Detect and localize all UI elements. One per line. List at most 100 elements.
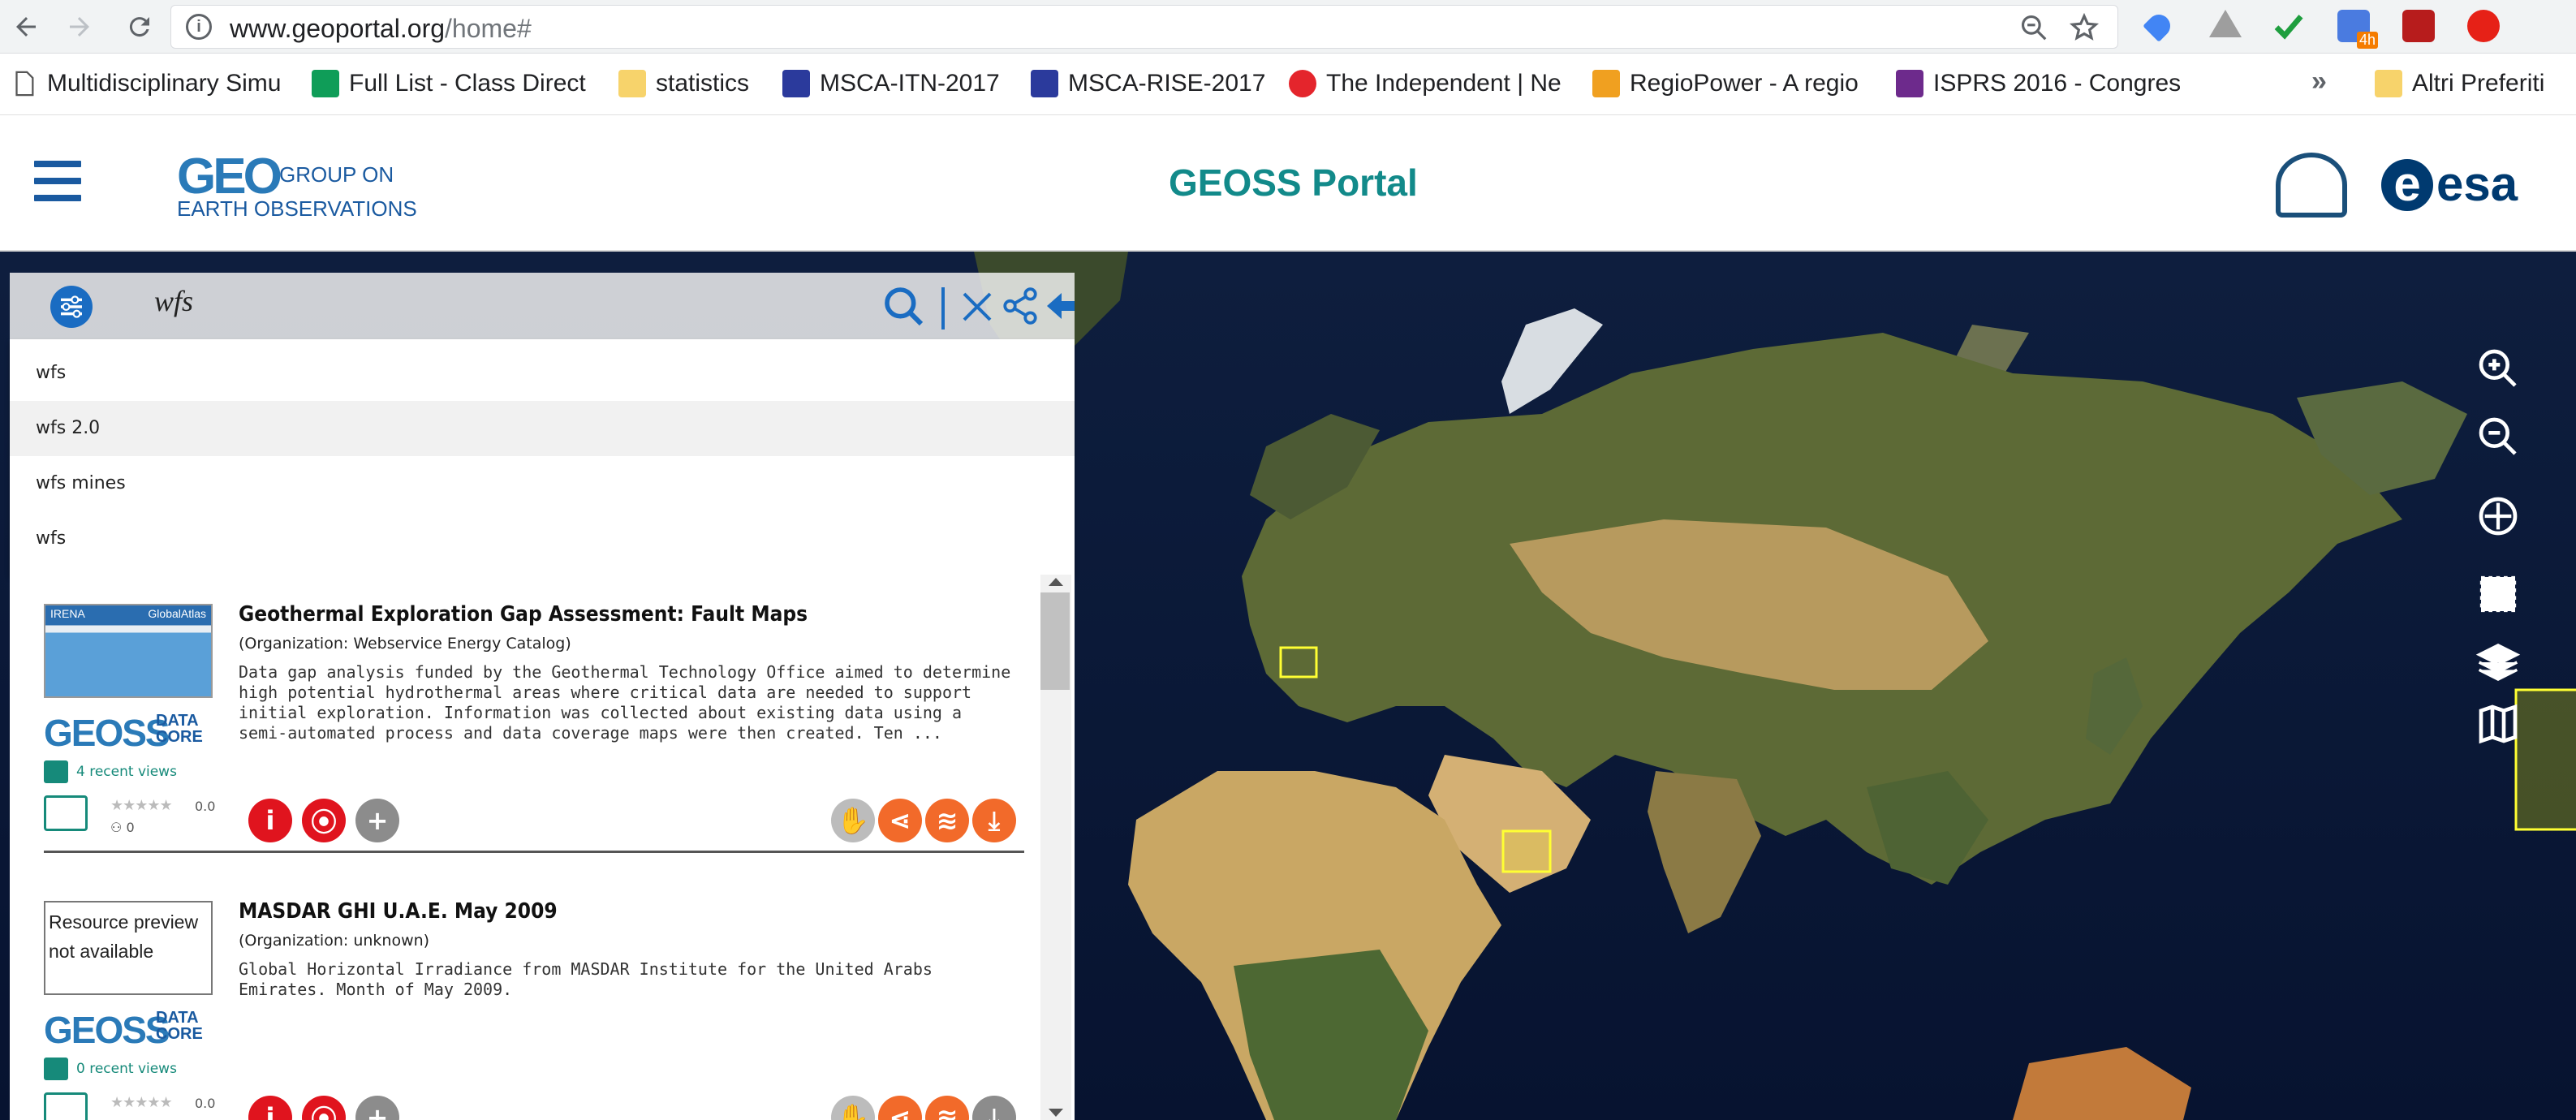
share-icon: ⋖ (889, 1102, 911, 1120)
menu-button[interactable] (34, 161, 83, 208)
scrollbar-thumb[interactable] (1040, 592, 1070, 690)
bookmark-0[interactable]: Multidisciplinary Simu (10, 67, 286, 100)
scroll-up-icon[interactable] (1049, 578, 1063, 586)
suggestion-item[interactable]: wfs mines (10, 456, 1075, 511)
select-area-button[interactable] (2475, 571, 2527, 623)
map-pin-icon: ⦿ (310, 807, 337, 838)
search-input[interactable]: wfs (154, 284, 193, 318)
result-organization: (Organization: unknown) (239, 932, 430, 950)
bookmark-label: Full List - Class Direct (349, 70, 586, 97)
layers-button[interactable] (2475, 640, 2527, 691)
esa-logo[interactable]: e esa (2381, 156, 2518, 212)
collapse-arrow-icon[interactable] (1044, 286, 1076, 326)
zoom-in-button[interactable] (2475, 346, 2527, 398)
info-button[interactable]: i (248, 1096, 292, 1120)
add-button[interactable]: + (355, 799, 399, 842)
suggestion-item[interactable]: wfs 2.0 (10, 401, 1075, 456)
url-text[interactable]: www.geoportal.org/home# (230, 14, 532, 44)
layers-icon (2475, 644, 2521, 681)
locate-button[interactable]: ⦿ (302, 799, 346, 842)
rating-score: 0.0 (195, 799, 216, 814)
info-icon: i (265, 1102, 275, 1120)
bookmark-5[interactable]: The Independent | Ne (1289, 67, 1574, 100)
bookmarks-overflow-button[interactable]: » (2311, 66, 2327, 97)
pan-icon (2479, 497, 2518, 536)
bookmark-6[interactable]: RegioPower - A regio (1592, 67, 1873, 100)
results-scrollbar[interactable] (1040, 575, 1071, 1120)
geo-logo-line1: GROUP ON (279, 162, 394, 187)
add-layer-button[interactable]: ≋ (925, 799, 969, 842)
share-button[interactable]: ⋖ (878, 1096, 922, 1120)
bookmark-label: RegioPower - A regio (1630, 70, 1859, 97)
reload-button[interactable] (120, 7, 159, 46)
layers-icon: ≋ (936, 805, 958, 836)
datacore-line2: CORE (156, 1025, 203, 1043)
result-item[interactable]: IRENA GlobalAtlas GEOSS DATA CORE 4 recen… (10, 575, 1040, 872)
suggestion-item[interactable]: wfs (10, 511, 1075, 566)
cnr-logo[interactable] (2276, 153, 2347, 218)
scroll-down-icon[interactable] (1049, 1109, 1063, 1117)
suggestion-item[interactable]: wfs (10, 346, 1075, 401)
pdf-icon[interactable] (2402, 10, 2435, 42)
review-icon[interactable] (44, 1092, 88, 1120)
bookmark-2[interactable]: statistics (618, 67, 765, 100)
drive-icon[interactable] (2209, 10, 2242, 37)
raters-value: 0 (126, 820, 135, 835)
info-button[interactable]: i (248, 799, 292, 842)
zoom-icon[interactable] (2018, 12, 2049, 43)
result-title[interactable]: MASDAR GHI U.A.E. May 2009 (239, 899, 1018, 924)
share-button[interactable]: ⋖ (878, 799, 922, 842)
download-button[interactable]: ⤓ (972, 799, 1016, 842)
bookmark-label: Multidisciplinary Simu (47, 70, 282, 97)
recent-views-label: 0 recent views (76, 1061, 177, 1077)
result-bbox[interactable] (1501, 829, 1552, 873)
zoom-out-button[interactable] (2475, 414, 2527, 466)
add-layer-button[interactable]: ≋ (925, 1096, 969, 1120)
pan-button[interactable] (2475, 493, 2527, 545)
download-button[interactable]: ⤓ (972, 1096, 1016, 1120)
geo-logo[interactable]: GEO GROUP ON EARTH OBSERVATIONS (174, 148, 417, 221)
map-icon (2479, 704, 2518, 744)
basemap-button[interactable] (2475, 701, 2527, 753)
eu-flag-icon (1031, 70, 1058, 97)
zoom-out-icon (2479, 417, 2517, 455)
filter-button[interactable] (50, 286, 93, 328)
close-icon[interactable] (958, 287, 997, 326)
like-button[interactable]: ✋ (831, 1096, 875, 1120)
extension-cap-icon[interactable] (2143, 10, 2175, 42)
checkmark-icon[interactable] (2272, 10, 2305, 42)
bookmark-7[interactable]: ISPRS 2016 - Congres (1896, 67, 2180, 100)
search-icon[interactable] (881, 284, 927, 330)
result-thumbnail-placeholder[interactable]: Resource preview not available (44, 901, 213, 995)
bookmark-star-icon[interactable] (2069, 12, 2100, 43)
activity-icon (44, 1058, 68, 1080)
sliders-icon (61, 295, 82, 318)
forward-button[interactable] (60, 7, 99, 46)
star-rating-icon[interactable]: ★★★★★ (110, 797, 173, 814)
bookmark-4[interactable]: MSCA-RISE-2017 (1031, 67, 1274, 100)
add-button[interactable]: + (355, 1096, 399, 1120)
adblock-icon[interactable] (2467, 10, 2500, 42)
bookmark-1[interactable]: Full List - Class Direct (312, 67, 592, 100)
app-header: GEO GROUP ON EARTH OBSERVATIONS GEOSS Po… (0, 115, 2576, 252)
result-title[interactable]: Geothermal Exploration Gap Assessment: F… (239, 602, 1018, 627)
locate-button[interactable]: ⦿ (302, 1096, 346, 1120)
thumbs-up-icon: ✋ (837, 1102, 869, 1120)
folder-icon (2375, 70, 2402, 97)
result-item[interactable]: Resource preview not available GEOSS DAT… (10, 872, 1040, 1120)
back-button[interactable] (6, 7, 45, 46)
info-icon[interactable]: i (186, 14, 212, 40)
menu-icon (34, 161, 81, 167)
like-button[interactable]: ✋ (831, 799, 875, 842)
review-icon[interactable] (44, 795, 88, 831)
star-rating-icon[interactable]: ★★★★★ (110, 1094, 173, 1111)
address-bar[interactable]: i www.geoportal.org/home# (170, 5, 2118, 49)
plus-icon: + (366, 1102, 389, 1120)
results-list: IRENA GlobalAtlas GEOSS DATA CORE 4 recen… (10, 575, 1075, 1120)
extension-badge: 4h (2356, 32, 2378, 49)
result-thumbnail[interactable]: IRENA GlobalAtlas (44, 604, 213, 698)
bookmark-3[interactable]: MSCA-ITN-2017 (782, 67, 1010, 100)
calendar-extension-icon[interactable]: 4h (2337, 10, 2378, 49)
share-icon[interactable] (1000, 286, 1040, 326)
other-bookmarks[interactable]: Altri Preferiti (2375, 67, 2573, 100)
